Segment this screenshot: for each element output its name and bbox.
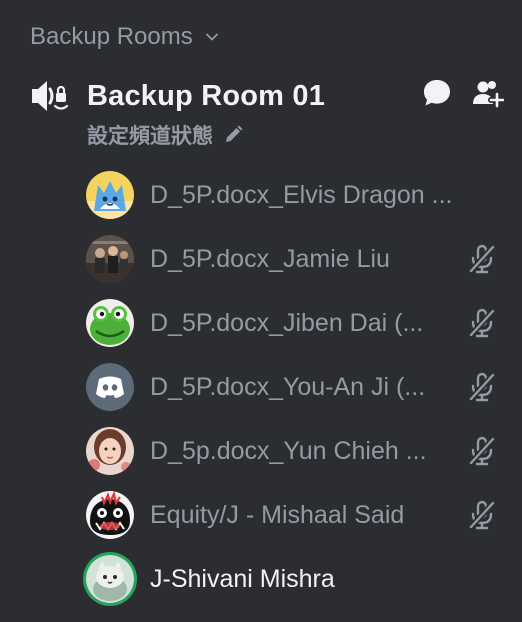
category-label: Backup Rooms [30,23,193,50]
avatar [86,235,134,283]
channel-name: Backup Room 01 [87,79,326,112]
voice-member[interactable]: D_5p.docx_Yun Chieh ... [86,419,506,483]
member-name: J-Shivani Mishra [150,564,335,593]
set-channel-status[interactable]: 設定頻道狀態 [87,120,243,150]
voice-member[interactable]: Equity/J - Mishaal Said [86,483,506,547]
avatar [86,171,134,219]
voice-member[interactable]: D_5P.docx_You-An Ji (... [86,355,506,419]
avatar [86,299,134,347]
voice-member-list: D_5P.docx_Elvis Dragon ... D_5P.docx_Jam… [86,163,506,611]
voice-member[interactable]: J-Shivani Mishra [86,547,506,611]
voice-channel-icon [28,76,72,116]
muted-mic-icon [466,243,498,275]
category-header[interactable]: Backup Rooms [30,22,219,52]
voice-member[interactable]: D_5P.docx_Jamie Liu [86,227,506,291]
member-name: D_5p.docx_Yun Chieh ... [150,436,427,465]
member-name: D_5P.docx_You-An Ji (... [150,372,426,401]
chat-bubble-icon[interactable] [422,78,452,108]
muted-mic-icon [466,307,498,339]
muted-mic-icon [466,371,498,403]
chevron-down-icon [205,30,219,44]
member-name: D_5P.docx_Elvis Dragon ... [150,180,453,209]
member-name: D_5P.docx_Jamie Liu [150,244,390,273]
avatar [86,555,134,603]
voice-member[interactable]: D_5P.docx_Elvis Dragon ... [86,163,506,227]
muted-mic-icon [466,435,498,467]
member-name: D_5P.docx_Jiben Dai (... [150,308,424,337]
channel-status-label: 設定頻道狀態 [87,125,213,148]
channel-actions [422,78,504,108]
avatar [86,363,134,411]
muted-mic-icon [466,499,498,531]
add-user-icon[interactable] [472,78,504,108]
voice-member[interactable]: D_5P.docx_Jiben Dai (... [86,291,506,355]
voice-channel[interactable]: Backup Room 01 [28,74,504,118]
pencil-icon [223,125,243,145]
avatar [86,491,134,539]
avatar [86,427,134,475]
member-name: Equity/J - Mishaal Said [150,500,405,529]
